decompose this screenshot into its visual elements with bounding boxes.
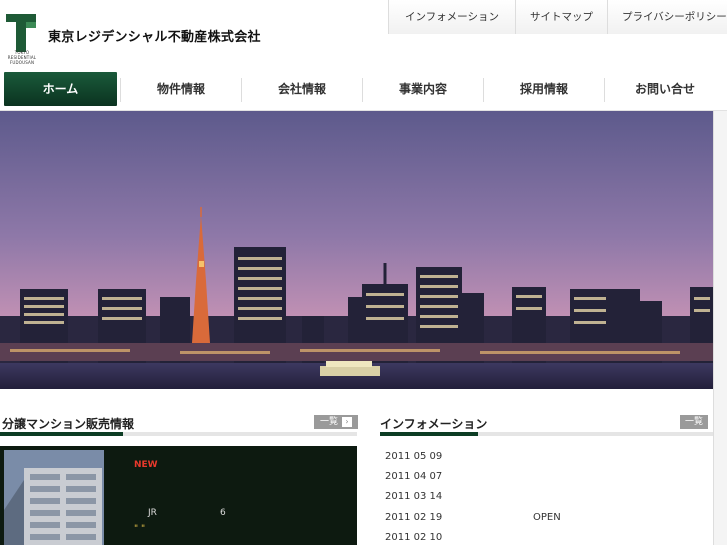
util-nav-privacy-policy[interactable]: プライバシーポリシー bbox=[606, 0, 727, 34]
site-header: TOKYO RESIDENTIAL FUDOUSAN 東京レジデンシャル不動産株… bbox=[0, 0, 727, 70]
info-list-button[interactable]: 一覧 bbox=[680, 415, 709, 429]
nav-contact[interactable]: お問い合せ bbox=[605, 72, 725, 106]
nav-recruit[interactable]: 採用情報 bbox=[484, 72, 604, 106]
info-date: 2011 02 10 bbox=[385, 532, 443, 543]
sale-section-title: 分譲マンション販売情報 bbox=[2, 417, 135, 431]
sale-list-label: 一覧 bbox=[320, 417, 339, 427]
company-name[interactable]: 東京レジデンシャル不動産株式会社 bbox=[48, 26, 261, 45]
util-nav-information[interactable]: インフォメーション bbox=[388, 0, 515, 34]
info-section-title: インフォメーション bbox=[380, 417, 488, 431]
info-section-rule bbox=[380, 432, 713, 436]
company-logo[interactable] bbox=[6, 14, 36, 52]
sale-list-button[interactable]: 一覧 › bbox=[314, 415, 359, 429]
logo-subtext: TOKYO RESIDENTIAL FUDOUSAN bbox=[7, 50, 37, 65]
global-nav: ホーム 物件情報 会社情報 事業内容 採用情報 お問い合せ bbox=[0, 70, 727, 111]
info-date: 2011 04 07 bbox=[385, 471, 443, 482]
util-nav-sitemap[interactable]: サイトマップ bbox=[514, 0, 607, 34]
sale-section-rule bbox=[0, 432, 357, 436]
nav-properties[interactable]: 物件情報 bbox=[121, 72, 241, 106]
nav-company[interactable]: 会社情報 bbox=[242, 72, 362, 106]
sale-feature-panel[interactable]: NEW JR 6 " " bbox=[0, 446, 357, 545]
nav-home[interactable]: ホーム bbox=[4, 72, 117, 106]
info-text[interactable]: OPEN bbox=[533, 512, 561, 523]
info-date: 2011 02 19 bbox=[385, 512, 443, 523]
info-list-label: 一覧 bbox=[685, 417, 704, 427]
sale-access-text: JR bbox=[148, 508, 157, 518]
utility-nav: インフォメーション サイトマップ プライバシーポリシー bbox=[388, 0, 727, 34]
condo-building-photo[interactable] bbox=[4, 450, 104, 545]
info-date: 2011 05 09 bbox=[385, 451, 443, 462]
sale-catchcopy: " " bbox=[134, 524, 146, 534]
sale-minutes-text: 6 bbox=[220, 508, 226, 518]
arrow-right-icon: › bbox=[342, 416, 353, 427]
tokyo-skyline-photo bbox=[0, 111, 713, 389]
nav-business[interactable]: 事業内容 bbox=[363, 72, 483, 106]
new-badge: NEW bbox=[134, 460, 158, 470]
hero-image bbox=[0, 111, 713, 389]
info-date: 2011 03 14 bbox=[385, 491, 443, 502]
page-scrollbar[interactable] bbox=[713, 111, 727, 545]
